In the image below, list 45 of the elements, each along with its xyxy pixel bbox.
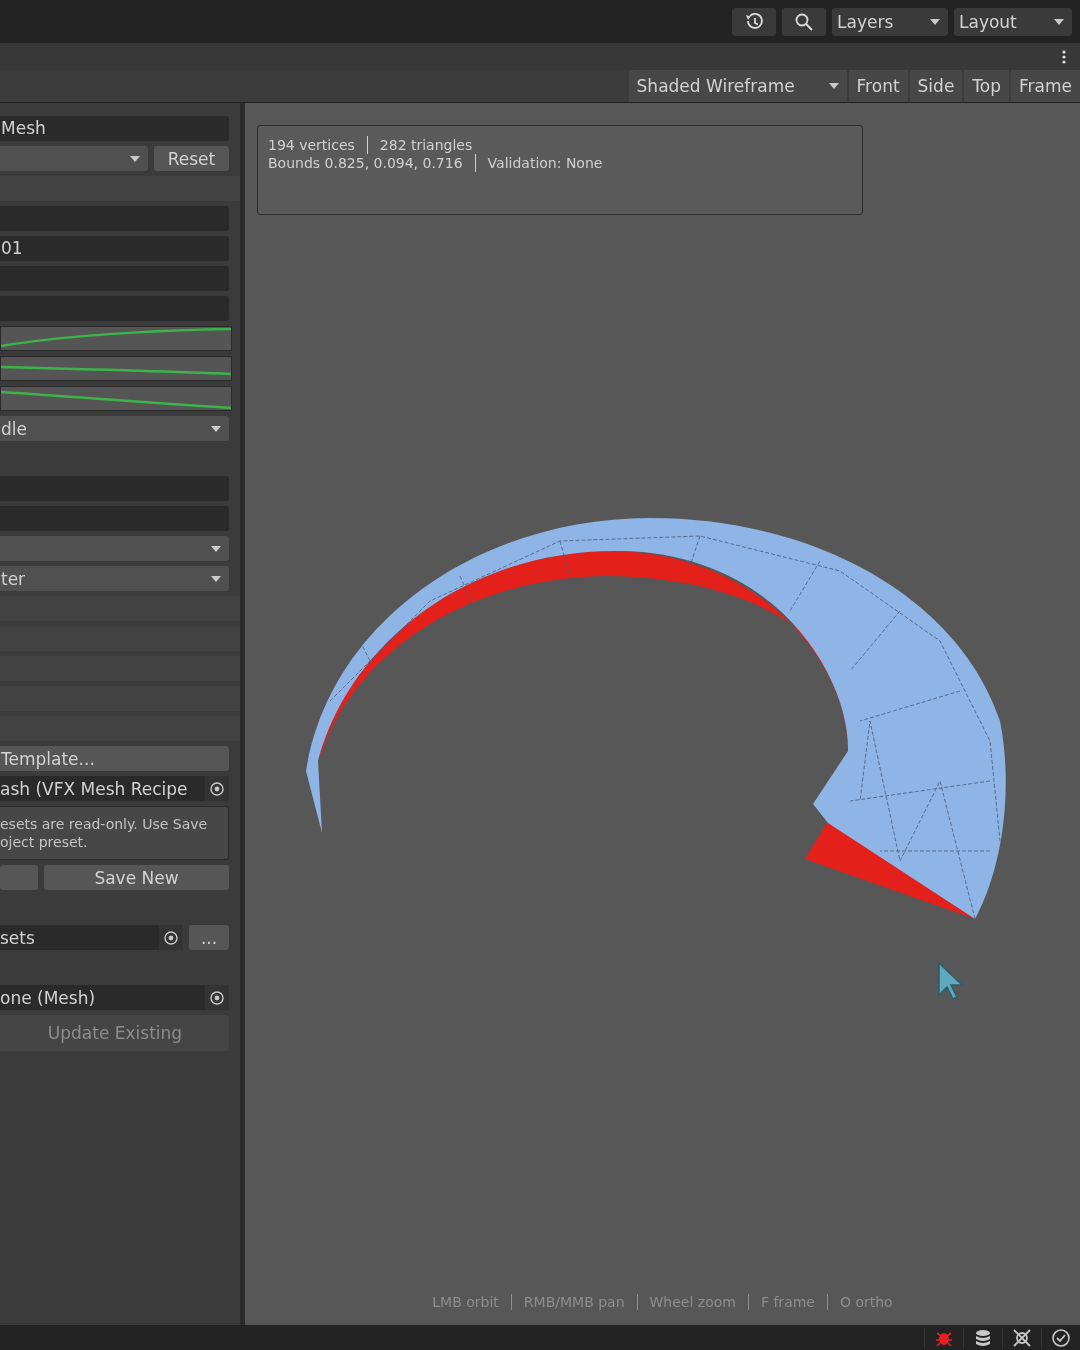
shading-dropdown[interactable]: Shaded Wireframe [628, 70, 847, 102]
template-button[interactable]: Template... [0, 746, 229, 771]
view-button[interactable]: Frame [1011, 70, 1080, 102]
text-field[interactable]: Mesh [0, 116, 229, 141]
caret-icon [211, 425, 221, 432]
view-button[interactable]: Front [848, 70, 908, 102]
history-button[interactable] [732, 7, 776, 36]
caret-icon [130, 155, 140, 162]
view-button[interactable]: Top [964, 70, 1010, 102]
help-text: esets are read-only. Use Save oject preset. [0, 806, 229, 860]
history-icon [744, 11, 764, 32]
stats-text: Bounds 0.825, 0.094, 0.716 [268, 154, 463, 172]
text-field[interactable]: 01 [0, 236, 229, 261]
view-button[interactable]: Side [909, 70, 963, 102]
curve-field[interactable] [0, 386, 232, 411]
object-field[interactable]: ash (VFX Mesh Recipe [0, 776, 229, 801]
search-button[interactable] [782, 7, 826, 36]
dropdown[interactable]: Layout [954, 7, 1072, 36]
dropdown[interactable]: ter [0, 566, 229, 591]
browse-button[interactable]: ... [189, 925, 229, 950]
object-field[interactable]: sets [0, 925, 183, 950]
dropdown[interactable]: dle [0, 416, 229, 441]
caret-icon [930, 18, 940, 25]
caret-icon [211, 545, 221, 552]
stats-text: 282 triangles [366, 136, 473, 154]
more-options-icon[interactable] [1062, 49, 1066, 64]
dropdown[interactable]: Layers [832, 7, 948, 36]
check-icon[interactable] [1051, 1327, 1071, 1348]
object-field[interactable]: one (Mesh) [0, 985, 229, 1010]
save-new-button[interactable]: Save New [44, 865, 229, 890]
stats-text: Validation: None [474, 154, 603, 172]
reset-button[interactable]: Reset [154, 146, 229, 171]
cursor-icon [937, 961, 965, 1001]
network-icon[interactable] [1012, 1327, 1032, 1348]
curve-field[interactable] [0, 356, 232, 381]
database-icon[interactable] [973, 1327, 993, 1348]
stats-text: 194 vertices [268, 136, 355, 154]
curve-field[interactable] [0, 326, 232, 351]
object-picker-icon[interactable] [210, 990, 224, 1005]
object-picker-icon[interactable] [210, 781, 224, 796]
caret-icon [211, 575, 221, 582]
caret-icon [1054, 18, 1064, 25]
object-picker-icon[interactable] [164, 930, 178, 945]
search-icon [794, 11, 814, 32]
caret-icon [828, 83, 839, 89]
